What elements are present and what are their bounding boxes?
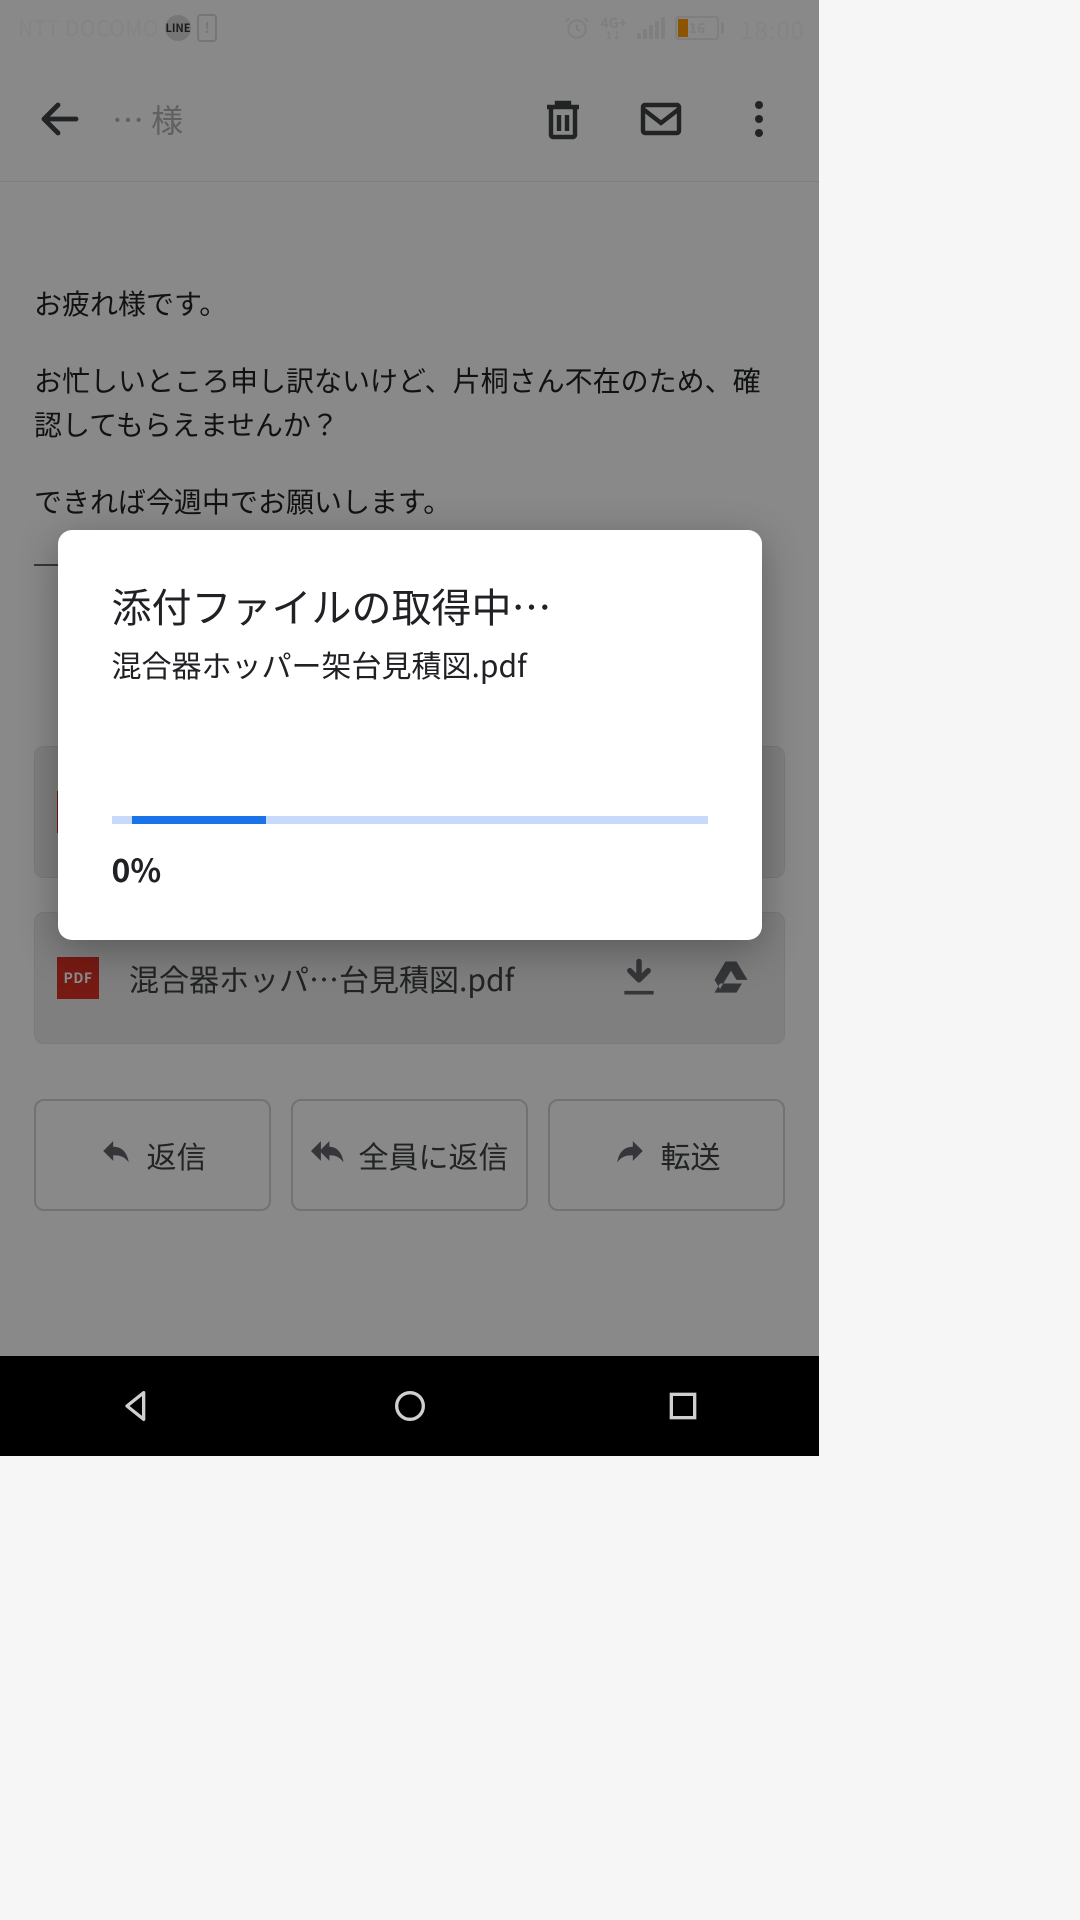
progress-percent: 0% — [112, 846, 708, 892]
nav-recent-button[interactable] — [653, 1376, 713, 1436]
nav-home-button[interactable] — [380, 1376, 440, 1436]
dialog-title: 添付ファイルの取得中… — [112, 576, 708, 634]
download-progress-dialog: 添付ファイルの取得中… 混合器ホッパー架台見積図.pdf 0% — [58, 530, 762, 940]
nav-back-button[interactable] — [107, 1376, 167, 1436]
dialog-filename: 混合器ホッパー架台見積図.pdf — [112, 642, 708, 686]
progress-fill — [132, 816, 266, 824]
progress-bar — [112, 816, 708, 824]
modal-scrim[interactable]: 添付ファイルの取得中… 混合器ホッパー架台見積図.pdf 0% — [0, 0, 819, 1456]
android-nav-bar — [0, 1356, 819, 1456]
